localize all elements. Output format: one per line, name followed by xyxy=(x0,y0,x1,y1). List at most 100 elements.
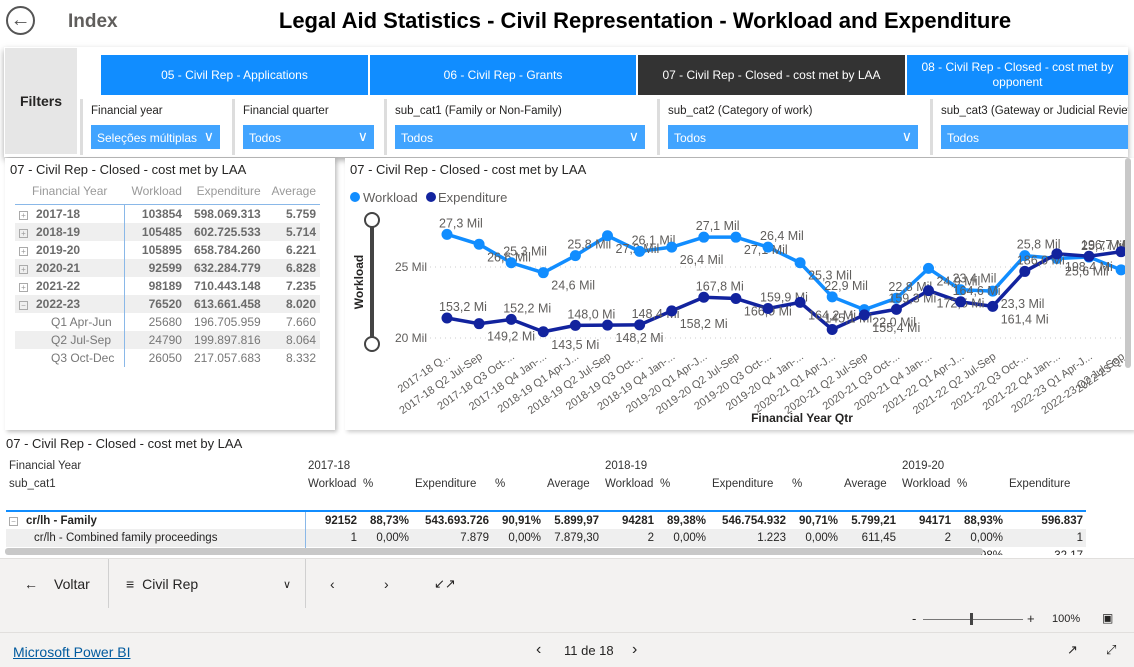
workload-point[interactable] xyxy=(569,250,581,262)
fullscreen-icon[interactable]: ⤢ xyxy=(1106,642,1116,658)
measure-header[interactable]: % xyxy=(360,475,412,493)
expenditure-point[interactable] xyxy=(569,319,581,331)
measure-header[interactable]: Expenditure xyxy=(709,475,789,493)
voltar-button[interactable]: ← Voltar xyxy=(24,559,90,609)
table-row[interactable]: +2020-21 92599 632.284.779 6.828 xyxy=(15,258,320,277)
workload-point[interactable] xyxy=(730,231,742,243)
back-button[interactable]: ← xyxy=(6,6,35,35)
power-bi-link[interactable]: Microsoft Power BI xyxy=(13,644,130,660)
expand-icon[interactable]: + xyxy=(19,210,28,220)
workload-point[interactable] xyxy=(505,257,517,269)
expenditure-point[interactable] xyxy=(666,305,678,317)
col-header[interactable]: Average xyxy=(264,182,320,205)
measure-header[interactable]: Workload xyxy=(899,475,954,493)
expenditure-point[interactable] xyxy=(923,285,934,297)
expenditure-point[interactable] xyxy=(1083,250,1095,262)
next-button[interactable]: › xyxy=(384,559,389,609)
sub-cat1-dropdown[interactable]: Todos ∨ xyxy=(395,125,645,149)
expand-icon[interactable]: + xyxy=(19,228,28,238)
expenditure-point[interactable] xyxy=(762,302,774,314)
collapse-button[interactable]: ↙↗ xyxy=(434,559,456,609)
fit-page-icon[interactable]: ▣ xyxy=(1102,611,1113,625)
expenditure-point[interactable] xyxy=(890,303,902,315)
workload-point[interactable] xyxy=(634,245,646,257)
sub-cat3-dropdown[interactable]: Todos xyxy=(941,125,1128,149)
measure-header[interactable]: Workload xyxy=(305,475,360,493)
expenditure-point[interactable] xyxy=(505,313,517,325)
expand-icon[interactable]: + xyxy=(19,246,28,256)
expenditure-point[interactable] xyxy=(955,296,967,308)
expenditure-point[interactable] xyxy=(1019,265,1031,277)
table-row[interactable]: −2022-23 76520 613.661.458 8.020 xyxy=(15,294,320,313)
measure-header[interactable]: Workload xyxy=(602,475,657,493)
expenditure-point[interactable] xyxy=(441,312,453,324)
measure-header[interactable]: % xyxy=(954,475,1006,493)
workload-point[interactable] xyxy=(762,241,774,253)
expenditure-point[interactable] xyxy=(730,293,742,305)
expenditure-point[interactable] xyxy=(537,326,549,338)
workload-point[interactable] xyxy=(794,257,806,269)
range-slider-handle-bottom[interactable] xyxy=(364,336,380,352)
tab-grants[interactable]: 06 - Civil Rep - Grants xyxy=(370,55,636,95)
measure-header[interactable]: Average xyxy=(841,475,899,493)
prev-page-button[interactable]: ‹ xyxy=(536,641,541,659)
workload-point[interactable] xyxy=(666,241,678,253)
col-header[interactable]: Expenditure xyxy=(185,182,265,205)
zoom-slider-thumb[interactable] xyxy=(970,613,973,625)
expenditure-point[interactable] xyxy=(826,324,838,336)
expenditure-point[interactable] xyxy=(634,319,646,331)
year-header[interactable]: 2017-18 xyxy=(305,457,602,475)
measure-header[interactable]: Expenditure xyxy=(412,475,492,493)
tab-applications[interactable]: 05 - Civil Rep - Applications xyxy=(101,55,368,95)
workload-point[interactable] xyxy=(473,238,485,250)
col-header[interactable]: Workload xyxy=(124,182,186,205)
range-slider-handle-top[interactable] xyxy=(364,212,380,228)
expenditure-point[interactable] xyxy=(602,319,613,331)
previous-button[interactable]: ‹ xyxy=(330,559,335,609)
zoom-in-button[interactable]: + xyxy=(1027,611,1035,626)
year-header[interactable]: 2018-19 xyxy=(602,457,899,475)
financial-year-dropdown[interactable]: Seleções múltiplas ∨ xyxy=(91,125,220,149)
table-row[interactable]: Q3 Oct-Dec 26050 217.057.683 8.332 xyxy=(15,348,320,367)
page-dropdown[interactable]: ≡ Civil Rep ∨ xyxy=(126,559,291,609)
measure-header[interactable]: % xyxy=(789,475,841,493)
tab-closed-cost-met-by-opponent[interactable]: 08 - Civil Rep - Closed - cost met by op… xyxy=(907,55,1128,95)
collapse-icon[interactable]: − xyxy=(9,516,18,526)
expenditure-point[interactable] xyxy=(794,296,806,308)
workload-point[interactable] xyxy=(537,267,549,279)
year-header[interactable]: 2019-20 xyxy=(899,457,1086,475)
sub-cat2-dropdown[interactable]: Todos ∨ xyxy=(668,125,918,149)
workload-point[interactable] xyxy=(698,231,710,243)
expenditure-point[interactable] xyxy=(1115,246,1127,258)
col-header[interactable]: Financial Year xyxy=(15,182,125,205)
workload-point[interactable] xyxy=(1115,264,1127,276)
measure-header[interactable]: % xyxy=(492,475,544,493)
table-row[interactable]: − cr/lh - Family 92152 88,73% 543.693.726 90,… xyxy=(6,510,1086,529)
expand-icon[interactable]: + xyxy=(19,264,28,274)
expenditure-point[interactable] xyxy=(698,291,710,303)
next-page-button[interactable]: › xyxy=(632,641,637,659)
table-row[interactable]: Q2 Jul-Sep 24790 199.897.816 8.064 xyxy=(15,330,320,349)
expand-icon[interactable]: + xyxy=(19,282,28,292)
expenditure-point[interactable] xyxy=(1051,248,1063,260)
measure-header[interactable]: Expenditure xyxy=(1006,475,1086,493)
vertical-scrollbar[interactable] xyxy=(1125,158,1131,368)
workload-point[interactable] xyxy=(602,230,613,242)
expenditure-point[interactable] xyxy=(858,309,870,321)
table-row[interactable]: +2018-19 105485 602.725.533 5.714 xyxy=(15,222,320,241)
workload-point[interactable] xyxy=(826,291,838,303)
share-icon[interactable]: ↗ xyxy=(1067,642,1078,658)
measure-header[interactable]: % xyxy=(657,475,709,493)
measure-header[interactable]: Average xyxy=(544,475,602,493)
expenditure-point[interactable] xyxy=(473,318,485,330)
financial-quarter-dropdown[interactable]: Todos ∨ xyxy=(243,125,374,149)
workload-point[interactable] xyxy=(923,262,934,274)
zoom-out-button[interactable]: - xyxy=(912,611,916,626)
expenditure-point[interactable] xyxy=(987,300,999,312)
expand-icon[interactable]: − xyxy=(19,300,28,310)
zoom-slider[interactable] xyxy=(923,619,1023,620)
horizontal-scrollbar[interactable] xyxy=(5,548,983,555)
table-row[interactable]: cr/lh - Combined family proceedings 1 0,00… xyxy=(6,529,1086,547)
workload-point[interactable] xyxy=(441,228,453,240)
index-link[interactable]: Index xyxy=(68,11,118,33)
